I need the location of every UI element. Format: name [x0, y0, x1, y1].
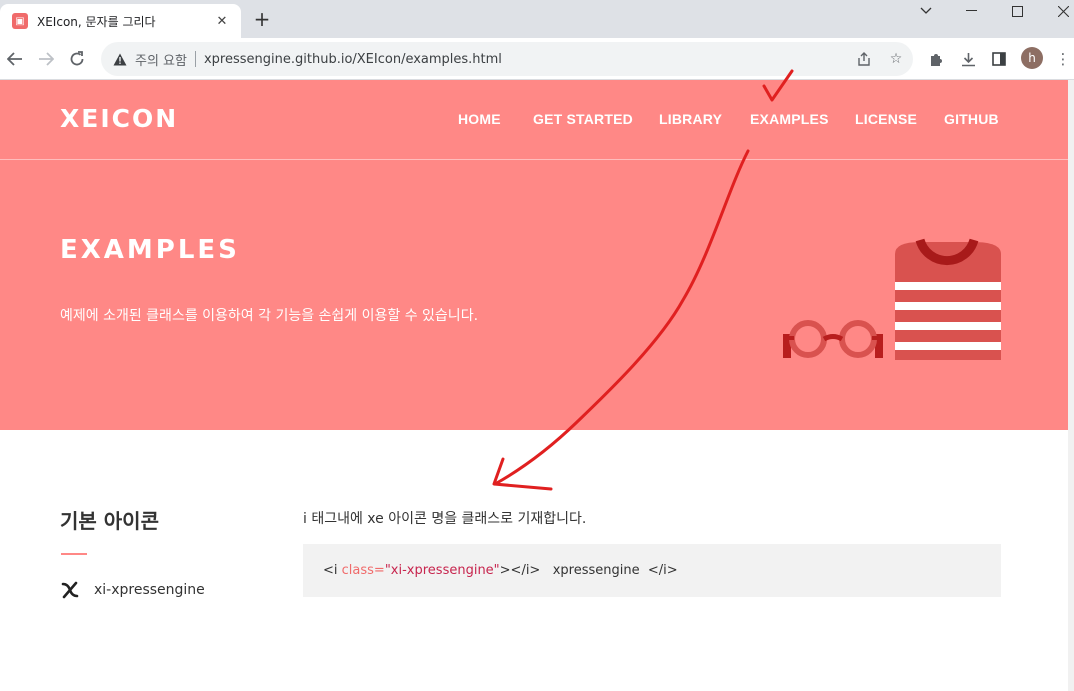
browser-tab[interactable]: ▣ XEIcon, 문자를 그리다 ✕: [0, 4, 241, 38]
warning-icon[interactable]: [113, 52, 127, 66]
code-value: "xi-xpressengine": [384, 563, 500, 578]
arrowhead-annotation: [492, 457, 553, 491]
hero-divider: [0, 159, 1068, 160]
site-logo[interactable]: XEICON: [60, 104, 178, 133]
sidebar-item-label: xi-xpressengine: [94, 582, 205, 598]
reload-icon[interactable]: [64, 46, 90, 72]
example-description: i 태그내에 xe 아이콘 명을 클래스로 기재합니다.: [303, 511, 587, 527]
nav-examples[interactable]: EXAMPLES: [750, 111, 829, 127]
omnibox-divider: [194, 51, 196, 67]
sidebar-item-xpressengine[interactable]: xi-xpressengine: [60, 580, 205, 600]
profile-avatar[interactable]: h: [1021, 47, 1043, 69]
code-attribute: class=: [341, 563, 385, 578]
download-icon[interactable]: [957, 48, 979, 70]
new-tab-icon[interactable]: +: [251, 7, 273, 31]
forward-arrow-icon[interactable]: [33, 46, 59, 72]
url-text[interactable]: xpressengine.github.io/XEIcon/examples.h…: [204, 52, 502, 67]
glasses-icon: [783, 320, 883, 358]
code-text: xpressengine </i>: [540, 563, 678, 578]
nav-get-started[interactable]: GET STARTED: [533, 111, 633, 127]
hero-banner: XEICON HOME GET STARTED LIBRARY EXAMPLES…: [0, 80, 1068, 430]
nav-github[interactable]: GITHUB: [944, 111, 999, 127]
page-description: 예제에 소개된 클래스를 이용하여 각 기능을 손쉽게 이용할 수 있습니다.: [60, 308, 479, 324]
close-icon[interactable]: ✕: [211, 10, 233, 32]
maximize-icon[interactable]: [994, 0, 1040, 22]
minimize-icon[interactable]: [948, 0, 994, 22]
window-close-icon[interactable]: [1040, 0, 1074, 22]
more-menu-icon[interactable]: ⋮: [1052, 48, 1074, 70]
code-tag-close: ></i>: [499, 563, 541, 578]
bookmark-star-icon[interactable]: ☆: [887, 50, 905, 68]
nav-library[interactable]: LIBRARY: [659, 111, 722, 127]
side-panel-icon[interactable]: [988, 48, 1010, 70]
code-tag-open: <i: [323, 563, 342, 578]
back-arrow-icon[interactable]: [2, 46, 28, 72]
page-title: EXAMPLES: [60, 235, 240, 265]
extensions-puzzle-icon[interactable]: [925, 48, 947, 70]
nav-license[interactable]: LICENSE: [855, 111, 917, 127]
browser-tabbar: ▣ XEIcon, 문자를 그리다 ✕ +: [0, 0, 1074, 38]
glasses-and-shirt-illustration: [783, 238, 1001, 360]
tab-title: XEIcon, 문자를 그리다: [37, 14, 156, 29]
tab-search-icon[interactable]: [903, 0, 949, 22]
xpressengine-icon: [60, 580, 80, 600]
browser-toolbar: 주의 요함 xpressengine.github.io/XEIcon/exam…: [0, 38, 1074, 80]
xeicon-favicon-icon: ▣: [12, 13, 28, 29]
striped-shirt-icon: [895, 238, 1001, 360]
section-title: 기본 아이콘: [60, 509, 159, 533]
security-status[interactable]: 주의 요함: [135, 50, 187, 69]
address-bar[interactable]: 주의 요함 xpressengine.github.io/XEIcon/exam…: [101, 42, 913, 76]
code-example: <i class= "xi-xpressengine" ></i> xpressen…: [303, 544, 1001, 597]
page-scrollbar[interactable]: [1068, 80, 1074, 691]
section-accent-line: [61, 553, 87, 555]
share-icon[interactable]: [855, 50, 873, 68]
nav-home[interactable]: HOME: [458, 111, 501, 127]
